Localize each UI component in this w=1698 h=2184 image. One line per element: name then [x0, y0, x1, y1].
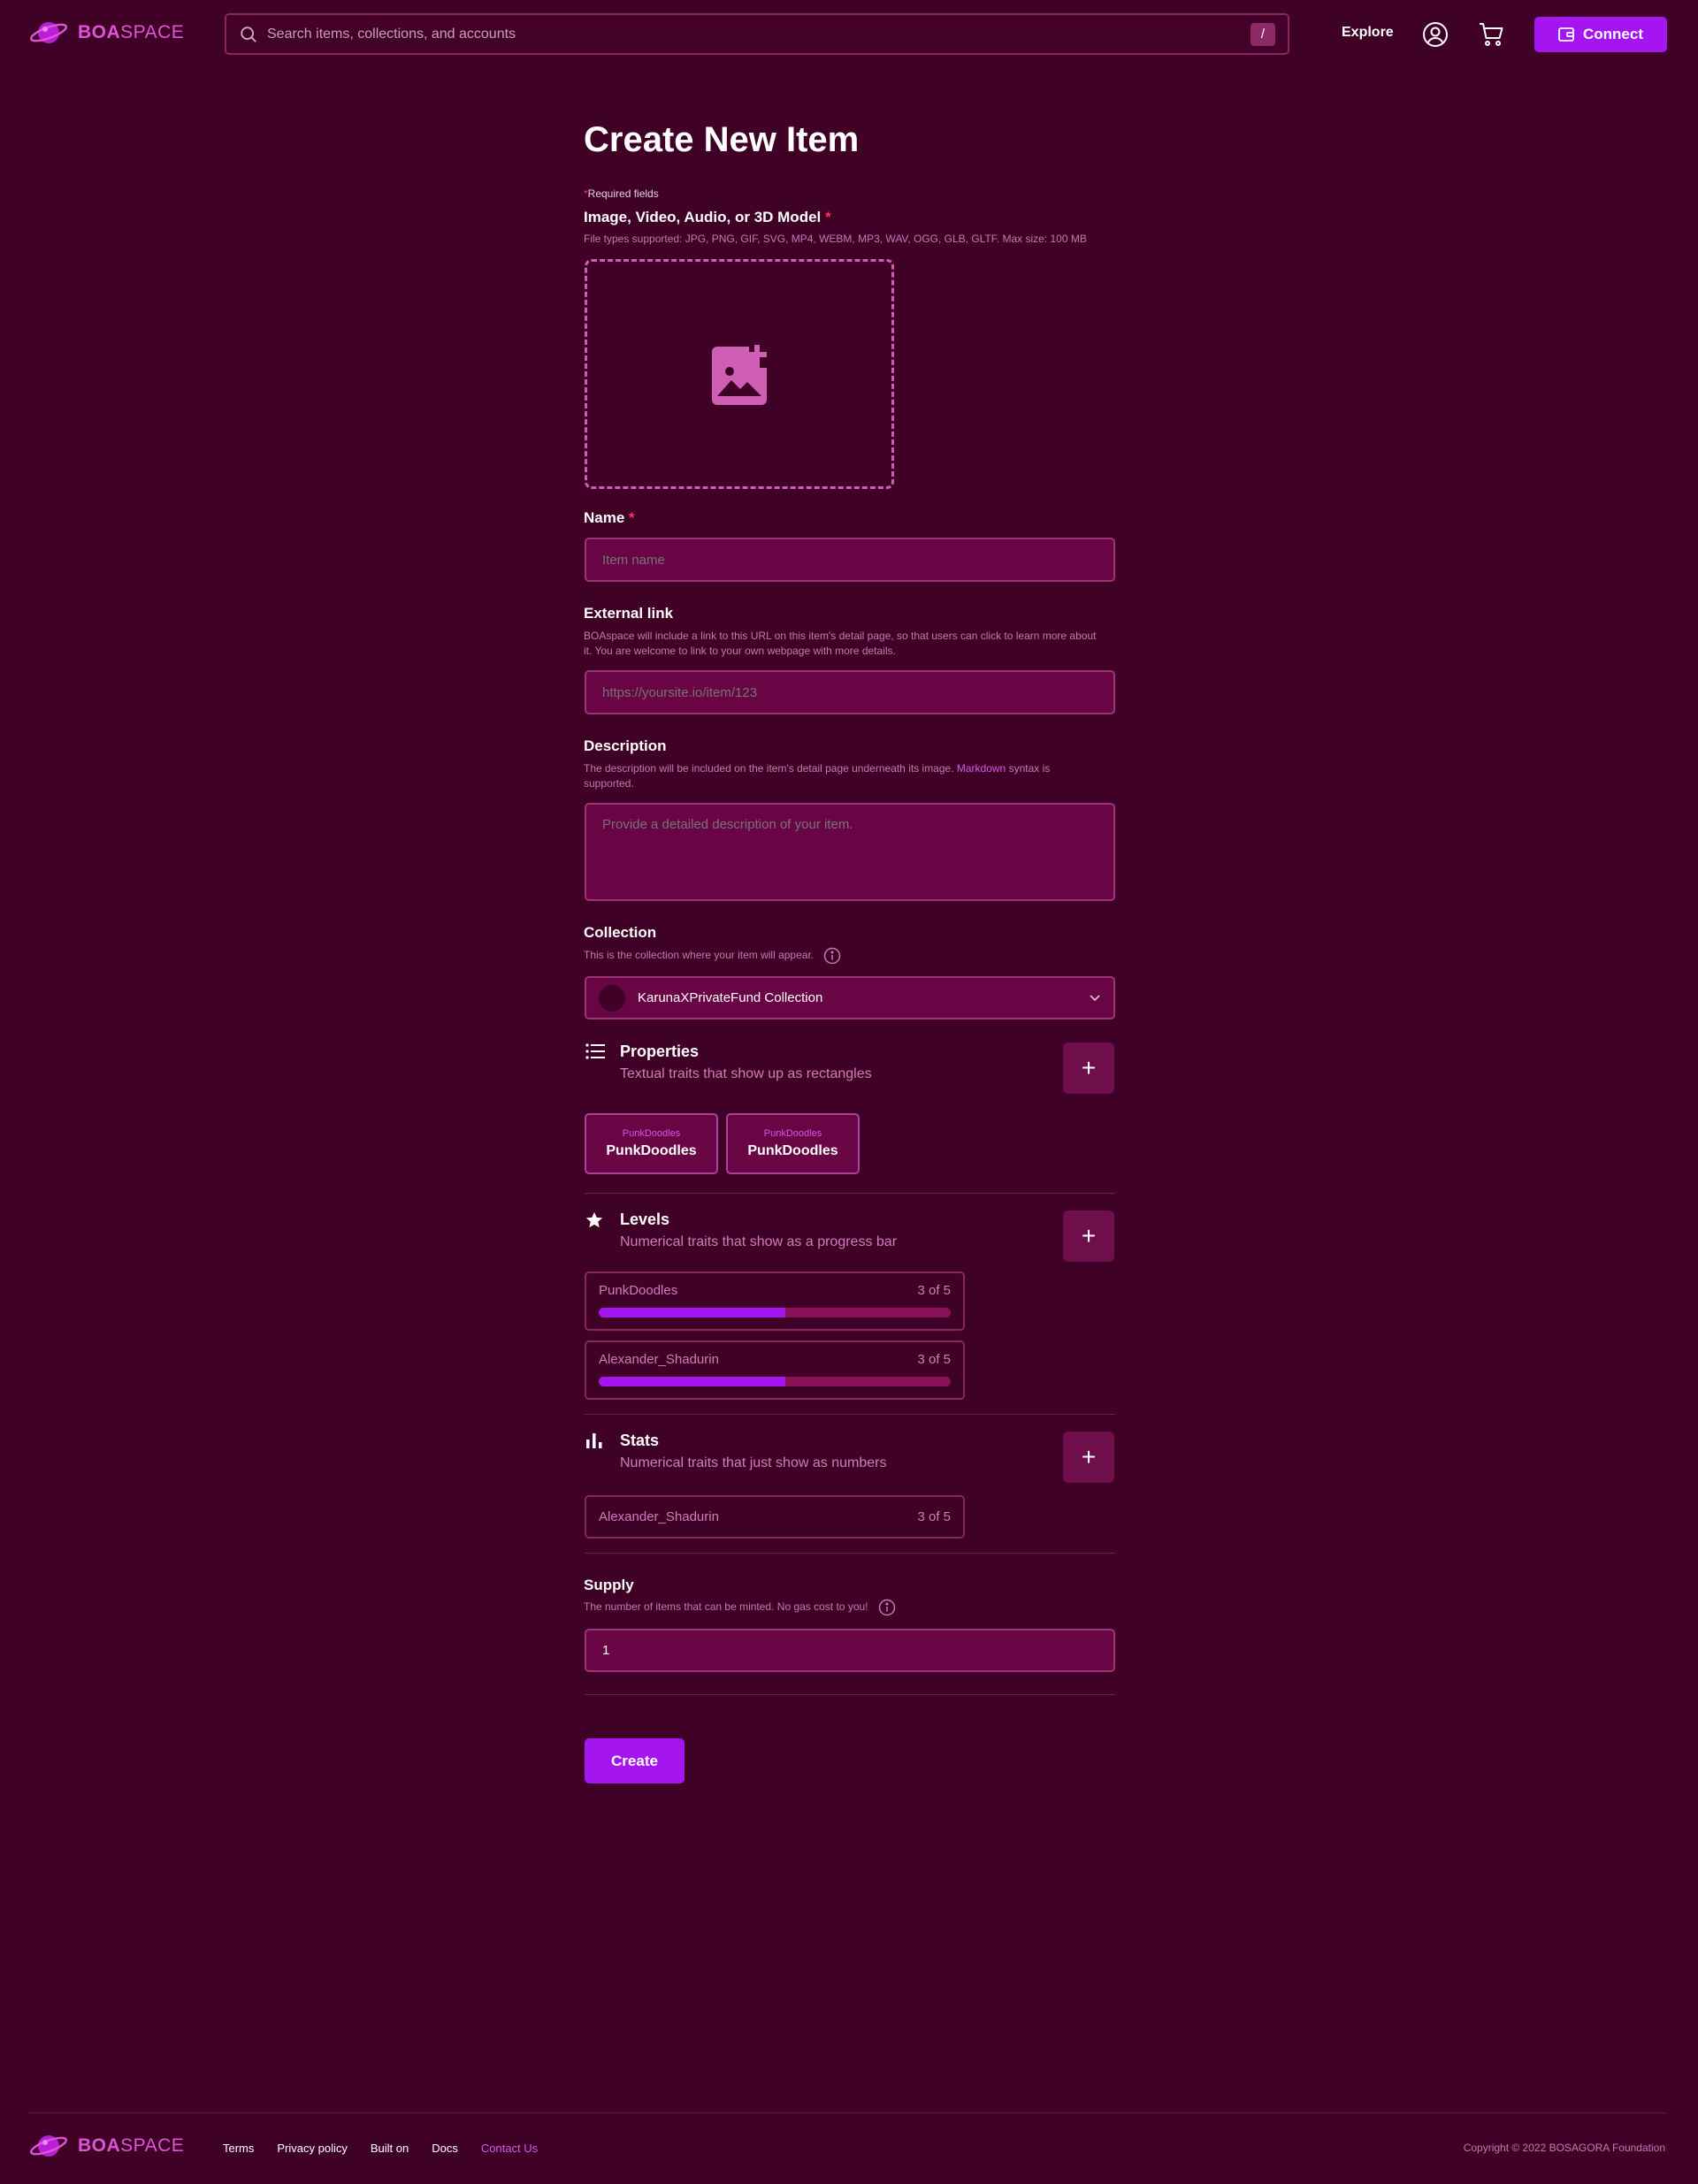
levels-subtitle: Numerical traits that show as a progress… — [620, 1234, 898, 1249]
connect-label: Connect — [1583, 26, 1643, 42]
search-icon — [241, 26, 256, 42]
external-link-helper-text: BOAspace will include a link to this URL… — [584, 630, 1097, 657]
level-progress-fill — [599, 1377, 785, 1386]
footer-brand-logo[interactable]: BOASPACE — [28, 2131, 184, 2161]
page-title: Create New Item — [584, 120, 860, 159]
section-divider — [585, 1193, 1115, 1194]
level-progress-bar — [599, 1377, 951, 1386]
level-value: 3 of 5 — [917, 1352, 951, 1367]
top-navbar: BOASPACE / Explore Connect — [0, 0, 1698, 69]
level-name: Alexander_Shadurin — [599, 1352, 719, 1367]
level-progress-fill — [599, 1308, 785, 1317]
planet-logo-icon — [29, 2135, 68, 2157]
collection-avatar — [599, 984, 625, 1012]
brand-name: BOASPACE — [78, 22, 185, 42]
footer-link-privacy[interactable]: Privacy policy — [277, 2142, 347, 2155]
property-card[interactable]: PunkDoodles PunkDoodles — [585, 1113, 718, 1174]
collection-select[interactable]: KarunaXPrivateFund Collection — [585, 976, 1115, 1019]
list-icon — [585, 1043, 605, 1059]
property-card[interactable]: PunkDoodles PunkDoodles — [726, 1113, 860, 1174]
footer-link-terms[interactable]: Terms — [223, 2142, 254, 2155]
brand-name: BOASPACE — [78, 2135, 185, 2156]
stat-name: Alexander_Shadurin — [599, 1509, 719, 1524]
properties-title: Properties — [620, 1042, 700, 1060]
section-divider — [585, 1694, 1115, 1695]
connect-wallet-button[interactable]: Connect — [1534, 17, 1667, 52]
media-upload-dropzone[interactable] — [585, 259, 894, 489]
add-property-button[interactable]: + — [1063, 1042, 1114, 1094]
markdown-link[interactable]: Markdown — [957, 762, 1006, 775]
chevron-down-icon — [1090, 994, 1100, 1001]
stats-title: Stats — [620, 1432, 660, 1449]
create-button[interactable]: Create — [585, 1738, 685, 1783]
section-divider — [585, 1414, 1115, 1415]
wallet-icon — [1558, 27, 1574, 42]
footer-link-built-on[interactable]: Built on — [371, 2142, 409, 2155]
user-icon[interactable] — [1421, 20, 1449, 49]
info-icon[interactable] — [878, 1599, 896, 1616]
stats-subtitle: Numerical traits that just show as numbe… — [620, 1455, 887, 1470]
search-input[interactable] — [267, 26, 1251, 42]
description-helper-text: The description will be included on the … — [584, 762, 1051, 790]
cart-icon[interactable] — [1478, 20, 1506, 49]
add-level-button[interactable]: + — [1063, 1210, 1114, 1262]
name-input[interactable] — [585, 538, 1115, 582]
info-icon[interactable] — [823, 947, 841, 965]
section-divider — [585, 1553, 1115, 1554]
name-label: Name * — [584, 509, 635, 526]
supply-helper-text: The number of items that can be minted. … — [584, 1599, 896, 1616]
external-link-label: External link — [584, 605, 674, 622]
level-value: 3 of 5 — [917, 1283, 951, 1298]
external-link-input[interactable] — [585, 670, 1115, 714]
brand-logo[interactable]: BOASPACE — [28, 18, 184, 48]
star-icon — [585, 1211, 603, 1228]
supply-label: Supply — [584, 1577, 634, 1593]
add-image-icon — [712, 345, 767, 405]
collection-selected-value: KarunaXPrivateFund Collection — [638, 990, 823, 1005]
search-shortcut-key: / — [1251, 22, 1275, 46]
property-type: PunkDoodles — [622, 1128, 681, 1139]
property-value: PunkDoodles — [606, 1143, 697, 1158]
required-fields-note: *Required fields — [584, 187, 659, 200]
level-progress-bar — [599, 1308, 951, 1317]
property-type: PunkDoodles — [763, 1128, 822, 1139]
level-name: PunkDoodles — [599, 1283, 678, 1298]
levels-title: Levels — [620, 1210, 670, 1228]
level-card[interactable]: Alexander_Shadurin 3 of 5 — [585, 1340, 965, 1400]
stat-card[interactable]: Alexander_Shadurin 3 of 5 — [585, 1495, 965, 1539]
footer-link-docs[interactable]: Docs — [432, 2142, 458, 2155]
media-helper-text: File types supported: JPG, PNG, GIF, SVG… — [584, 233, 1087, 245]
description-label: Description — [584, 737, 667, 754]
bar-chart-icon — [586, 1433, 602, 1448]
property-value: PunkDoodles — [747, 1143, 838, 1158]
footer: BOASPACE Terms Privacy policy Built on D… — [0, 2113, 1698, 2184]
description-textarea[interactable] — [585, 803, 1115, 901]
collection-helper-text: This is the collection where your item w… — [584, 947, 841, 965]
search-bar[interactable]: / — [225, 13, 1289, 55]
copyright-text: Copyright © 2022 BOSAGORA Foundation — [1463, 2142, 1665, 2154]
properties-subtitle: Textual traits that show up as rectangle… — [620, 1066, 872, 1081]
level-card[interactable]: PunkDoodles 3 of 5 — [585, 1271, 965, 1331]
supply-input[interactable]: 1 — [585, 1629, 1115, 1672]
nav-explore-link[interactable]: Explore — [1342, 25, 1394, 41]
add-stat-button[interactable]: + — [1063, 1432, 1114, 1483]
planet-logo-icon — [29, 22, 68, 43]
collection-label: Collection — [584, 924, 657, 941]
stat-value: 3 of 5 — [917, 1509, 951, 1524]
media-label: Image, Video, Audio, or 3D Model * — [584, 209, 831, 225]
footer-links: Terms Privacy policy Built on Docs Conta… — [223, 2142, 538, 2155]
footer-link-contact[interactable]: Contact Us — [481, 2142, 538, 2155]
